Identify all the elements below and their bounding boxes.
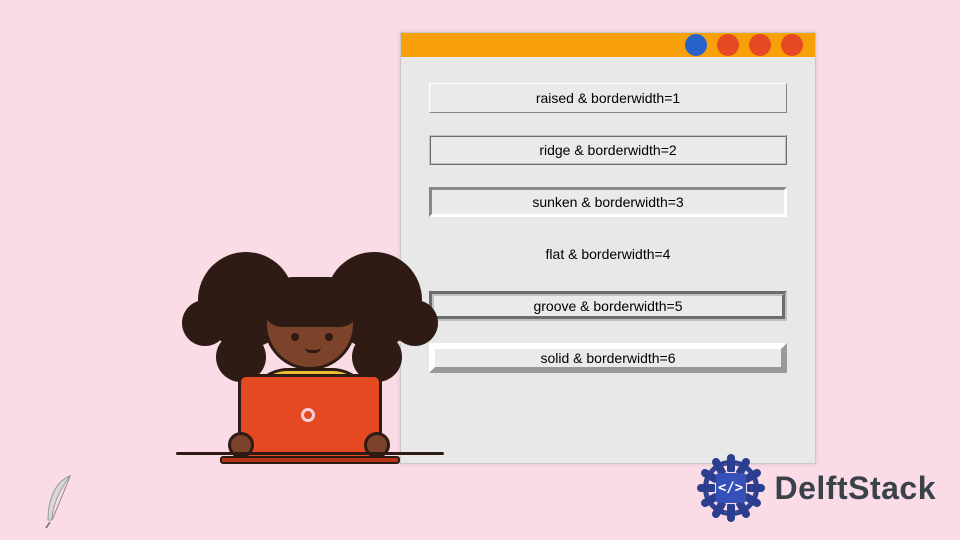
titlebar (401, 33, 815, 57)
window-body: raised & borderwidth=1 ridge & borderwid… (401, 57, 815, 399)
label-solid: solid & borderwidth=6 (429, 343, 787, 373)
label-ridge: ridge & borderwidth=2 (429, 135, 787, 165)
restore-button[interactable] (749, 34, 771, 56)
maximize-button[interactable] (717, 34, 739, 56)
brand-mark-icon: </> (697, 454, 765, 522)
brand-name: DelftStack (775, 470, 937, 507)
label-groove: groove & borderwidth=5 (429, 291, 787, 321)
demo-window: raised & borderwidth=1 ridge & borderwid… (400, 32, 816, 464)
label-sunken: sunken & borderwidth=3 (429, 187, 787, 217)
brand-logo: </> DelftStack (697, 454, 937, 522)
label-flat: flat & borderwidth=4 (429, 239, 787, 269)
illustration-girl-laptop (176, 242, 444, 486)
brand-code-icon: </> (716, 473, 746, 503)
close-button[interactable] (781, 34, 803, 56)
laptop-icon (238, 374, 382, 460)
label-raised: raised & borderwidth=1 (429, 83, 787, 113)
feather-icon (40, 472, 80, 528)
minimize-button[interactable] (685, 34, 707, 56)
